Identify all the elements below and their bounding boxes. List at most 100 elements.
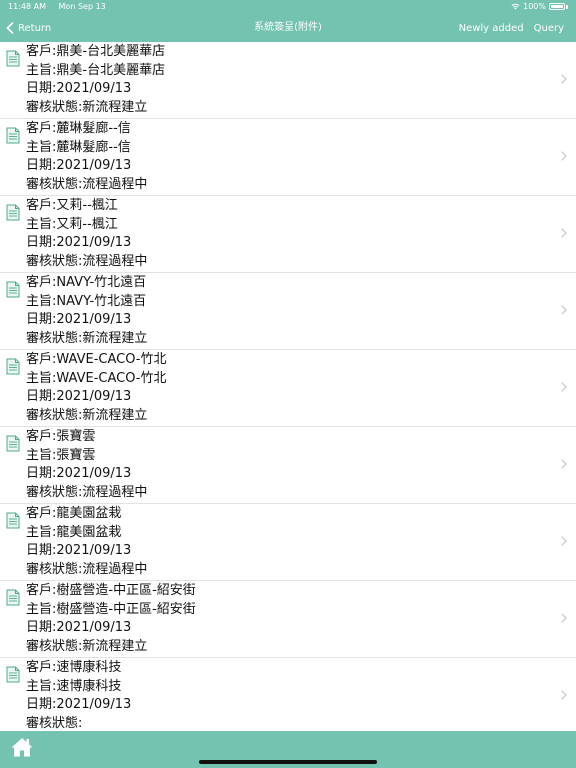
date-label: 日期: bbox=[26, 81, 57, 96]
date-label: 日期: bbox=[26, 620, 57, 635]
nav-bar: Return 系統簽呈(附件) Newly added Query bbox=[0, 14, 576, 42]
chevron-left-icon bbox=[6, 22, 14, 34]
status-line: 審核狀態:新流程建立 bbox=[26, 99, 165, 118]
document-icon bbox=[6, 127, 20, 144]
status-label: 審核狀態: bbox=[26, 330, 83, 346]
subject-line: 主旨:麓琳髮廊--信 bbox=[26, 139, 147, 158]
customer-label: 客戶: bbox=[26, 660, 57, 675]
battery-percent: 100% bbox=[523, 2, 546, 11]
chevron-right-icon bbox=[561, 305, 567, 315]
subject-line: 主旨:鼎美-台北美麗華店 bbox=[26, 62, 165, 81]
document-icon bbox=[6, 435, 20, 452]
status-value: 新流程建立 bbox=[82, 330, 148, 346]
status-line: 審核狀態:流程過程中 bbox=[26, 176, 147, 195]
subject-line: 主旨:又莉--楓江 bbox=[26, 216, 147, 235]
subject-value: 樹盛營造-中正區-紹安街 bbox=[56, 601, 196, 617]
chevron-right-icon bbox=[561, 382, 567, 392]
date-line: 日期:2021/09/13 bbox=[26, 157, 147, 176]
chevron-right-icon bbox=[561, 613, 567, 623]
customer-value: 鼎美-台北美麗華店 bbox=[56, 44, 166, 59]
subject-label: 主旨: bbox=[26, 524, 57, 540]
customer-line: 客戶:又莉--楓江 bbox=[26, 197, 147, 216]
document-icon bbox=[6, 589, 20, 606]
date-value: 2021/09/13 bbox=[56, 620, 132, 635]
date-label: 日期: bbox=[26, 466, 57, 481]
home-indicator bbox=[199, 760, 377, 764]
date-line: 日期:2021/09/13 bbox=[26, 234, 147, 253]
date-line: 日期:2021/09/13 bbox=[26, 542, 147, 561]
list-item[interactable]: 客戶:樹盛營造-中正區-紹安街 主旨:樹盛營造-中正區-紹安街 日期:2021/… bbox=[0, 581, 576, 658]
customer-label: 客戶: bbox=[26, 44, 57, 59]
return-label: Return bbox=[18, 22, 52, 34]
status-line: 審核狀態:新流程建立 bbox=[26, 407, 167, 426]
customer-line: 客戶:速博康科技 bbox=[26, 659, 131, 678]
customer-line: 客戶:鼎美-台北美麗華店 bbox=[26, 43, 165, 62]
subject-value: 又莉--楓江 bbox=[56, 216, 118, 232]
chevron-right-icon bbox=[561, 459, 567, 469]
customer-label: 客戶: bbox=[26, 275, 57, 290]
subject-label: 主旨: bbox=[26, 678, 57, 694]
subject-line: 主旨:WAVE-CACO-竹北 bbox=[26, 370, 167, 389]
customer-label: 客戶: bbox=[26, 429, 57, 444]
list-item[interactable]: 客戶:龍美園盆栽 主旨:龍美園盆栽 日期:2021/09/13 審核狀態:流程過… bbox=[0, 504, 576, 581]
chevron-right-icon bbox=[561, 151, 567, 161]
list-item[interactable]: 客戶:鼎美-台北美麗華店 主旨:鼎美-台北美麗華店 日期:2021/09/13 … bbox=[0, 42, 576, 119]
document-icon bbox=[6, 358, 20, 375]
status-label: 審核狀態: bbox=[26, 484, 83, 500]
status-label: 審核狀態: bbox=[26, 715, 83, 731]
date-label: 日期: bbox=[26, 697, 57, 712]
subject-value: 龍美園盆栽 bbox=[56, 524, 122, 540]
status-label: 審核狀態: bbox=[26, 253, 83, 269]
subject-label: 主旨: bbox=[26, 601, 57, 617]
date-line: 日期:2021/09/13 bbox=[26, 311, 147, 330]
document-list: 客戶:鼎美-台北美麗華店 主旨:鼎美-台北美麗華店 日期:2021/09/13 … bbox=[0, 42, 576, 731]
chevron-right-icon bbox=[561, 536, 567, 546]
subject-line: 主旨:NAVY-竹北遠百 bbox=[26, 293, 147, 312]
home-icon[interactable] bbox=[10, 736, 34, 758]
battery-icon bbox=[549, 3, 565, 10]
date-line: 日期:2021/09/13 bbox=[26, 696, 131, 715]
document-icon bbox=[6, 512, 20, 529]
subject-label: 主旨: bbox=[26, 370, 57, 386]
date-value: 2021/09/13 bbox=[56, 81, 132, 96]
document-icon bbox=[6, 666, 20, 683]
return-button[interactable]: Return bbox=[6, 14, 51, 42]
subject-value: WAVE-CACO-竹北 bbox=[56, 370, 167, 386]
newly-added-button[interactable]: Newly added bbox=[459, 23, 524, 34]
list-item[interactable]: 客戶:NAVY-竹北遠百 主旨:NAVY-竹北遠百 日期:2021/09/13 … bbox=[0, 273, 576, 350]
customer-line: 客戶:龍美園盆栽 bbox=[26, 505, 147, 524]
customer-value: 樹盛營造-中正區-紹安街 bbox=[56, 583, 196, 598]
subject-value: 鼎美-台北美麗華店 bbox=[56, 62, 166, 78]
status-label: 審核狀態: bbox=[26, 99, 83, 115]
customer-value: WAVE-CACO-竹北 bbox=[56, 352, 167, 367]
query-button[interactable]: Query bbox=[534, 23, 564, 34]
status-line: 審核狀態:流程過程中 bbox=[26, 253, 147, 272]
status-value: 新流程建立 bbox=[82, 638, 148, 654]
subject-value: 速博康科技 bbox=[56, 678, 122, 694]
list-item[interactable]: 客戶:麓琳髮廊--信 主旨:麓琳髮廊--信 日期:2021/09/13 審核狀態… bbox=[0, 119, 576, 196]
wifi-icon bbox=[511, 3, 520, 10]
status-time: 11:48 AM bbox=[8, 2, 46, 11]
subject-line: 主旨:張寶雲 bbox=[26, 447, 147, 466]
date-line: 日期:2021/09/13 bbox=[26, 619, 196, 638]
chevron-right-icon bbox=[561, 228, 567, 238]
list-item[interactable]: 客戶:又莉--楓江 主旨:又莉--楓江 日期:2021/09/13 審核狀態:流… bbox=[0, 196, 576, 273]
status-value: 流程過程中 bbox=[82, 484, 148, 500]
date-line: 日期:2021/09/13 bbox=[26, 465, 147, 484]
subject-label: 主旨: bbox=[26, 293, 57, 309]
customer-value: NAVY-竹北遠百 bbox=[56, 275, 147, 290]
list-item[interactable]: 客戶:WAVE-CACO-竹北 主旨:WAVE-CACO-竹北 日期:2021/… bbox=[0, 350, 576, 427]
list-item[interactable]: 客戶:速博康科技 主旨:速博康科技 日期:2021/09/13 審核狀態: bbox=[0, 658, 576, 731]
status-bar: 11:48 AM Mon Sep 13 100% bbox=[0, 0, 576, 14]
status-line: 審核狀態:流程過程中 bbox=[26, 484, 147, 503]
subject-line: 主旨:樹盛營造-中正區-紹安街 bbox=[26, 601, 196, 620]
customer-label: 客戶: bbox=[26, 352, 57, 367]
customer-value: 麓琳髮廊--信 bbox=[56, 121, 131, 136]
customer-label: 客戶: bbox=[26, 121, 57, 136]
chevron-right-icon bbox=[561, 690, 567, 700]
date-label: 日期: bbox=[26, 158, 57, 173]
list-item[interactable]: 客戶:張寶雲 主旨:張寶雲 日期:2021/09/13 審核狀態:流程過程中 bbox=[0, 427, 576, 504]
status-value: 流程過程中 bbox=[82, 561, 148, 577]
status-value: 新流程建立 bbox=[82, 99, 148, 115]
date-label: 日期: bbox=[26, 235, 57, 250]
